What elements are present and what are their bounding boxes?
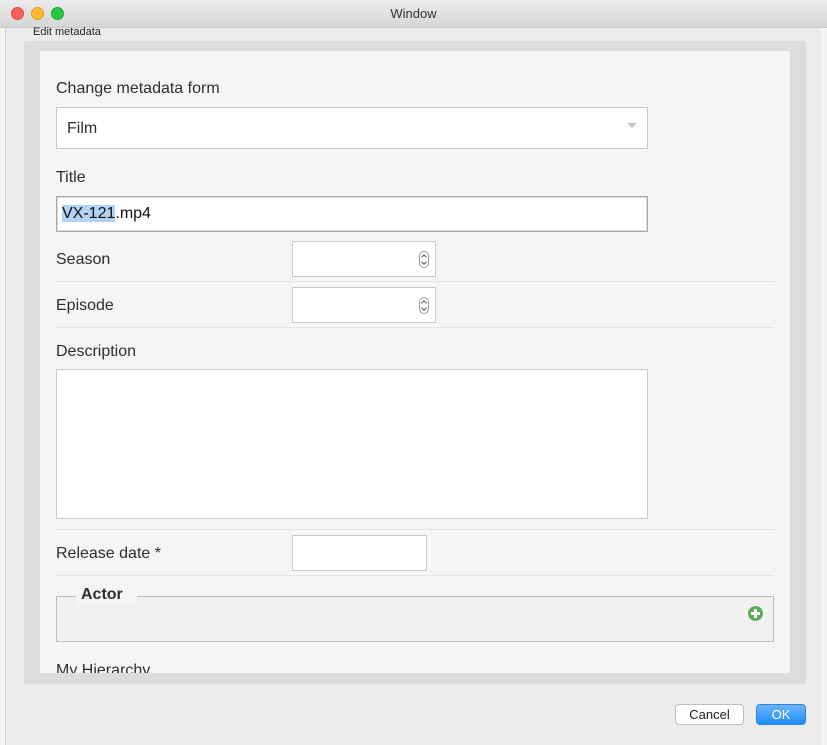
description-label: Description: [56, 343, 137, 360]
form-select-value: Film: [67, 120, 98, 137]
release-date-input[interactable]: [292, 535, 427, 571]
metadata-form-select[interactable]: Film: [56, 107, 648, 149]
change-form-label: Change metadata form: [56, 80, 220, 97]
add-actor-icon[interactable]: [748, 606, 763, 621]
ok-button[interactable]: OK: [756, 704, 806, 725]
divider: [56, 575, 774, 576]
window-titlebar[interactable]: Window: [0, 0, 827, 28]
divider: [56, 529, 774, 530]
actor-group: [56, 596, 774, 642]
season-label: Season: [56, 251, 111, 268]
divider: [56, 327, 774, 328]
background-window-edge-right: [821, 28, 827, 745]
cancel-button[interactable]: Cancel: [675, 704, 744, 725]
stepper-icon[interactable]: [419, 251, 429, 268]
title-label: Title: [56, 169, 86, 186]
actor-legend: Actor: [76, 586, 137, 604]
title-input[interactable]: VX-121.mp4: [56, 196, 648, 232]
hierarchy-label: My Hierarchy: [56, 662, 151, 673]
dialog-title: Edit metadata: [33, 26, 101, 38]
release-date-label: Release date *: [56, 545, 161, 562]
chevron-down-icon: [627, 123, 637, 128]
title-selected-text: VX-121: [62, 205, 116, 222]
metadata-form: Change metadata form Film Title VX-121.m…: [40, 51, 790, 673]
description-textarea[interactable]: [56, 369, 648, 519]
stepper-icon[interactable]: [419, 297, 429, 314]
episode-stepper[interactable]: [292, 287, 436, 323]
window-title: Window: [390, 6, 437, 21]
divider: [56, 281, 774, 282]
episode-label: Episode: [56, 297, 114, 314]
season-stepper[interactable]: [292, 241, 436, 277]
title-unselected-text: .mp4: [115, 205, 151, 222]
background-window-edge: [0, 28, 6, 745]
